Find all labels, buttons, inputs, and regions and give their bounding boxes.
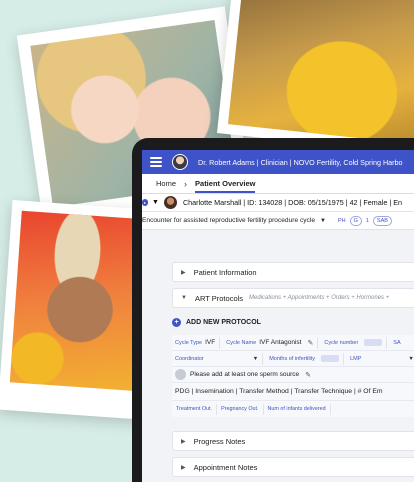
section-title: Progress Notes xyxy=(193,436,246,446)
person-icon xyxy=(175,369,186,380)
outcomes-row: Treatment Out. Pregnancy Out. Num of inf… xyxy=(172,401,414,417)
section-subtitle: Medications + Appointments + Orders + Ho… xyxy=(249,295,390,301)
tag-ph[interactable]: PH xyxy=(338,218,346,224)
methods-list: PDG | Insemination | Transfer Method | T… xyxy=(175,388,383,395)
section-art-protocols[interactable]: ▼ ART Protocols Medications + Appointmen… xyxy=(172,288,414,308)
app-screen: Dr. Robert Adams | Clinician | NOVO Fert… xyxy=(142,150,414,482)
coordinator-label: Coordinator xyxy=(175,355,204,362)
protocol-card: Cycle Type IVF Cycle Name IVF Antagonist… xyxy=(172,335,414,417)
chevron-right-icon: › xyxy=(184,178,188,189)
breadcrumb: Home › Patient Overview xyxy=(142,174,414,194)
caret-down-icon[interactable]: ▼ xyxy=(152,199,159,206)
chevron-down-icon: ▼ xyxy=(408,355,414,362)
baby-headband-image xyxy=(9,210,152,392)
tag-sab[interactable]: SAB xyxy=(372,215,392,226)
collapse-badge-icon[interactable]: ▸ xyxy=(142,199,149,206)
months-infertility-field[interactable]: Months of infertility xyxy=(266,352,345,365)
protocol-row-cycle: Cycle Type IVF Cycle Name IVF Antagonist… xyxy=(172,335,414,351)
cycle-name-label: Cycle Name xyxy=(226,339,257,346)
cycle-name-field[interactable]: Cycle Name IVF Antagonist ✎ xyxy=(223,336,319,349)
sa-label: SA xyxy=(393,339,401,346)
sperm-source-row[interactable]: Please add at least one sperm source ✎ xyxy=(172,367,414,383)
pregnant-woman-image xyxy=(227,0,414,146)
cycle-type-field[interactable]: Cycle Type IVF xyxy=(172,336,221,349)
section-title: Appointment Notes xyxy=(193,462,258,472)
lmp-label: LMP xyxy=(350,355,362,362)
top-bar: Dr. Robert Adams | Clinician | NOVO Fert… xyxy=(142,150,414,174)
tab-home[interactable]: Home xyxy=(156,179,176,188)
main-content: ▶ Patient Information ▼ ART Protocols Me… xyxy=(142,230,414,477)
encounter-dropdown-icon[interactable]: ▼ xyxy=(320,218,326,224)
tab-patient-overview[interactable]: Patient Overview xyxy=(195,175,256,193)
cycle-type-value: IVF xyxy=(205,339,216,346)
add-protocol-label: ADD NEW PROTOCOL xyxy=(186,319,261,326)
tag-g[interactable]: G xyxy=(349,215,362,226)
chevron-down-icon: ▼ xyxy=(181,295,187,301)
protocol-row-coordinator: Coordinator ▼ Months of infertility LMP … xyxy=(172,351,414,367)
section-appointment-notes[interactable]: ▶ Appointment Notes xyxy=(172,457,414,477)
treatment-out-label[interactable]: Treatment Out. xyxy=(172,403,218,415)
add-protocol-button[interactable]: + ADD NEW PROTOCOL xyxy=(172,318,414,327)
cycle-number-field[interactable]: Cycle number xyxy=(321,336,388,349)
encounter-bar: Encounter for assisted reproductive fert… xyxy=(142,212,414,230)
cycle-name-value: IVF Antagonist xyxy=(259,339,302,346)
chevron-right-icon: ▶ xyxy=(181,438,186,445)
patient-bar: ▸ ▼ Charlotte Marshall | ID: 134028 | DO… xyxy=(142,194,414,212)
lmp-field[interactable]: LMP ▼ xyxy=(347,353,414,365)
section-title: ART Protocols xyxy=(194,293,244,303)
sperm-note: Please add at least one sperm source xyxy=(190,371,300,378)
coordinator-field[interactable]: Coordinator ▼ xyxy=(172,352,264,365)
section-progress-notes[interactable]: ▶ Progress Notes xyxy=(172,431,414,451)
chevron-right-icon: ▶ xyxy=(181,269,186,276)
clinician-avatar[interactable] xyxy=(172,154,188,170)
infants-delivered-label[interactable]: Num of infants delivered xyxy=(264,403,331,415)
months-infertility-input[interactable] xyxy=(321,355,340,362)
tag-1[interactable]: 1 xyxy=(366,218,369,224)
plus-circle-icon: + xyxy=(172,318,181,327)
chevron-right-icon: ▶ xyxy=(181,464,186,471)
pregnancy-out-label[interactable]: Pregnancy Out. xyxy=(217,403,264,415)
patient-avatar xyxy=(163,196,177,209)
encounter-label: Encounter for assisted reproductive fert… xyxy=(142,217,315,224)
tablet-device: Dr. Robert Adams | Clinician | NOVO Fert… xyxy=(132,138,414,482)
cycle-type-label: Cycle Type xyxy=(175,339,203,346)
clinician-title: Dr. Robert Adams | Clinician | NOVO Fert… xyxy=(198,157,403,167)
hamburger-icon[interactable] xyxy=(150,157,162,167)
section-patient-information[interactable]: ▶ Patient Information xyxy=(172,262,414,282)
patient-info: Charlotte Marshall | ID: 134028 | DOB: 0… xyxy=(182,198,403,207)
section-title: Patient Information xyxy=(193,267,257,277)
pencil-icon[interactable]: ✎ xyxy=(305,371,311,379)
pregnant-woman-photo xyxy=(216,0,414,157)
months-infertility-label: Months of infertility xyxy=(269,355,316,362)
methods-row: PDG | Insemination | Transfer Method | T… xyxy=(172,383,414,401)
chevron-down-icon: ▼ xyxy=(252,355,259,362)
pencil-icon[interactable]: ✎ xyxy=(307,339,313,347)
cycle-number-label: Cycle number xyxy=(324,339,359,346)
cycle-number-input[interactable] xyxy=(364,339,383,346)
